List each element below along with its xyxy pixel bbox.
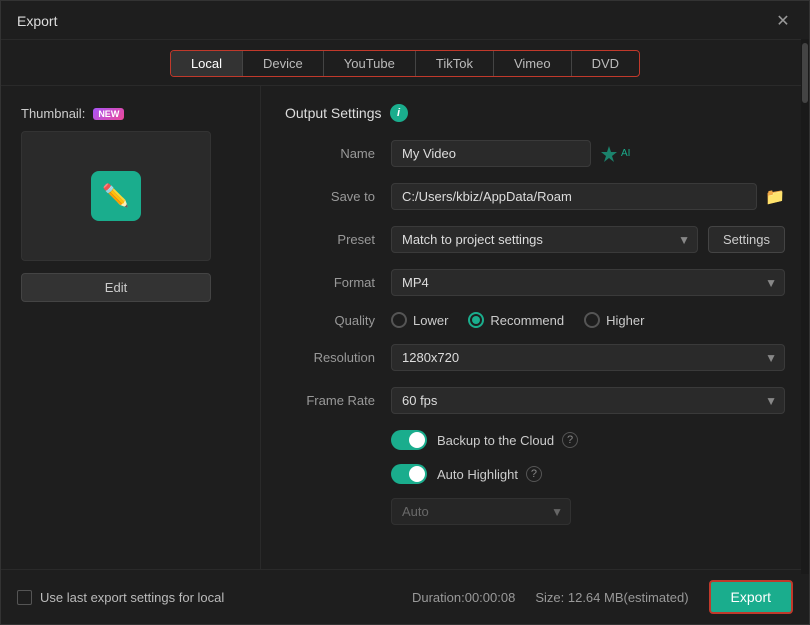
content-area: Thumbnail: NEW ✏️ Edit Output Settings i… bbox=[1, 86, 809, 569]
tabs-container: Local Device YouTube TikTok Vimeo DVD bbox=[170, 50, 640, 77]
auto-highlight-toggle[interactable] bbox=[391, 464, 427, 484]
use-last-checkbox[interactable] bbox=[17, 590, 32, 605]
scrollbar-thumb[interactable] bbox=[802, 86, 808, 103]
quality-higher-label: Higher bbox=[606, 313, 644, 328]
format-select[interactable]: MP4 bbox=[391, 269, 785, 296]
duration-label: Duration: bbox=[412, 590, 465, 605]
auto-select[interactable]: Auto bbox=[391, 498, 571, 525]
save-to-row: Save to 📁 bbox=[285, 183, 785, 210]
resolution-select[interactable]: 1280x720 bbox=[391, 344, 785, 371]
tab-vimeo[interactable]: Vimeo bbox=[494, 51, 572, 76]
preset-row: Preset Match to project settings ▼ Setti… bbox=[285, 226, 785, 253]
tab-device[interactable]: Device bbox=[243, 51, 324, 76]
quality-options: Lower Recommend Higher bbox=[391, 312, 644, 328]
size-info: Size: 12.64 MB(estimated) bbox=[535, 590, 688, 605]
left-panel: Thumbnail: NEW ✏️ Edit bbox=[1, 86, 261, 569]
quality-recommend-radio[interactable] bbox=[468, 312, 484, 328]
folder-icon[interactable]: 📁 bbox=[765, 187, 785, 207]
edit-button[interactable]: Edit bbox=[21, 273, 211, 302]
section-title: Output Settings i bbox=[285, 104, 785, 122]
quality-lower-label: Lower bbox=[413, 313, 448, 328]
settings-button[interactable]: Settings bbox=[708, 226, 785, 253]
tab-tiktok[interactable]: TikTok bbox=[416, 51, 494, 76]
auto-select-wrapper: Auto ▼ bbox=[285, 498, 785, 525]
quality-row: Quality Lower Recommend Higher bbox=[285, 312, 785, 328]
format-select-wrapper: MP4 ▼ bbox=[391, 269, 785, 296]
name-label: Name bbox=[285, 146, 375, 161]
bottom-info: Duration:00:00:08 Size: 12.64 MB(estimat… bbox=[412, 580, 793, 614]
format-label: Format bbox=[285, 275, 375, 290]
preset-select-wrapper: Match to project settings ▼ bbox=[391, 226, 698, 253]
quality-recommend-label: Recommend bbox=[490, 313, 564, 328]
resolution-select-wrapper: 1280x720 ▼ bbox=[391, 344, 785, 371]
tab-local[interactable]: Local bbox=[171, 51, 243, 76]
export-dialog: Export ✕ Local Device YouTube TikTok Vim… bbox=[0, 0, 810, 625]
backup-row: Backup to the Cloud ? bbox=[285, 430, 785, 450]
quality-recommend-option[interactable]: Recommend bbox=[468, 312, 564, 328]
thumbnail-icon: ✏️ bbox=[91, 171, 141, 221]
auto-highlight-help-icon[interactable]: ? bbox=[526, 466, 542, 482]
section-title-text: Output Settings bbox=[285, 105, 382, 121]
name-row: Name AI bbox=[285, 140, 785, 167]
backup-label: Backup to the Cloud bbox=[437, 433, 554, 448]
ai-icon[interactable]: AI bbox=[599, 144, 630, 164]
quality-lower-option[interactable]: Lower bbox=[391, 312, 448, 328]
name-input[interactable] bbox=[391, 140, 591, 167]
dialog-title: Export bbox=[17, 13, 57, 29]
auto-highlight-row: Auto Highlight ? bbox=[285, 464, 785, 484]
scrollbar-track[interactable] bbox=[801, 86, 809, 569]
auto-highlight-label: Auto Highlight bbox=[437, 467, 518, 482]
tabs-bar: Local Device YouTube TikTok Vimeo DVD bbox=[1, 40, 809, 86]
use-last-text: Use last export settings for local bbox=[40, 590, 224, 605]
frame-rate-label: Frame Rate bbox=[285, 393, 375, 408]
resolution-label: Resolution bbox=[285, 350, 375, 365]
tab-youtube[interactable]: YouTube bbox=[324, 51, 416, 76]
size-value: 12.64 MB(estimated) bbox=[568, 590, 689, 605]
export-button[interactable]: Export bbox=[709, 580, 793, 614]
use-last-settings-label[interactable]: Use last export settings for local bbox=[17, 590, 224, 605]
resolution-row: Resolution 1280x720 ▼ bbox=[285, 344, 785, 371]
tab-dvd[interactable]: DVD bbox=[572, 51, 639, 76]
format-row: Format MP4 ▼ bbox=[285, 269, 785, 296]
backup-help-icon[interactable]: ? bbox=[562, 432, 578, 448]
quality-lower-radio[interactable] bbox=[391, 312, 407, 328]
quality-label: Quality bbox=[285, 313, 375, 328]
thumbnail-preview: ✏️ bbox=[21, 131, 211, 261]
preset-select[interactable]: Match to project settings bbox=[391, 226, 698, 253]
thumbnail-section: Thumbnail: NEW bbox=[21, 106, 124, 121]
size-label: Size: bbox=[535, 590, 564, 605]
frame-rate-select-wrapper: 60 fps ▼ bbox=[391, 387, 785, 414]
close-button[interactable]: ✕ bbox=[773, 11, 793, 31]
quality-higher-option[interactable]: Higher bbox=[584, 312, 644, 328]
frame-rate-select[interactable]: 60 fps bbox=[391, 387, 785, 414]
save-path-input[interactable] bbox=[391, 183, 757, 210]
duration-value: 00:00:08 bbox=[465, 590, 516, 605]
right-panel: Output Settings i Name AI Save to 📁 bbox=[261, 86, 809, 569]
info-icon[interactable]: i bbox=[390, 104, 408, 122]
backup-toggle[interactable] bbox=[391, 430, 427, 450]
thumbnail-label-text: Thumbnail: bbox=[21, 106, 85, 121]
duration-info: Duration:00:00:08 bbox=[412, 590, 515, 605]
new-badge: NEW bbox=[93, 108, 124, 120]
quality-higher-radio[interactable] bbox=[584, 312, 600, 328]
frame-rate-row: Frame Rate 60 fps ▼ bbox=[285, 387, 785, 414]
save-to-label: Save to bbox=[285, 189, 375, 204]
preset-label: Preset bbox=[285, 232, 375, 247]
bottom-bar: Use last export settings for local Durat… bbox=[1, 569, 809, 624]
title-bar: Export ✕ bbox=[1, 1, 809, 40]
